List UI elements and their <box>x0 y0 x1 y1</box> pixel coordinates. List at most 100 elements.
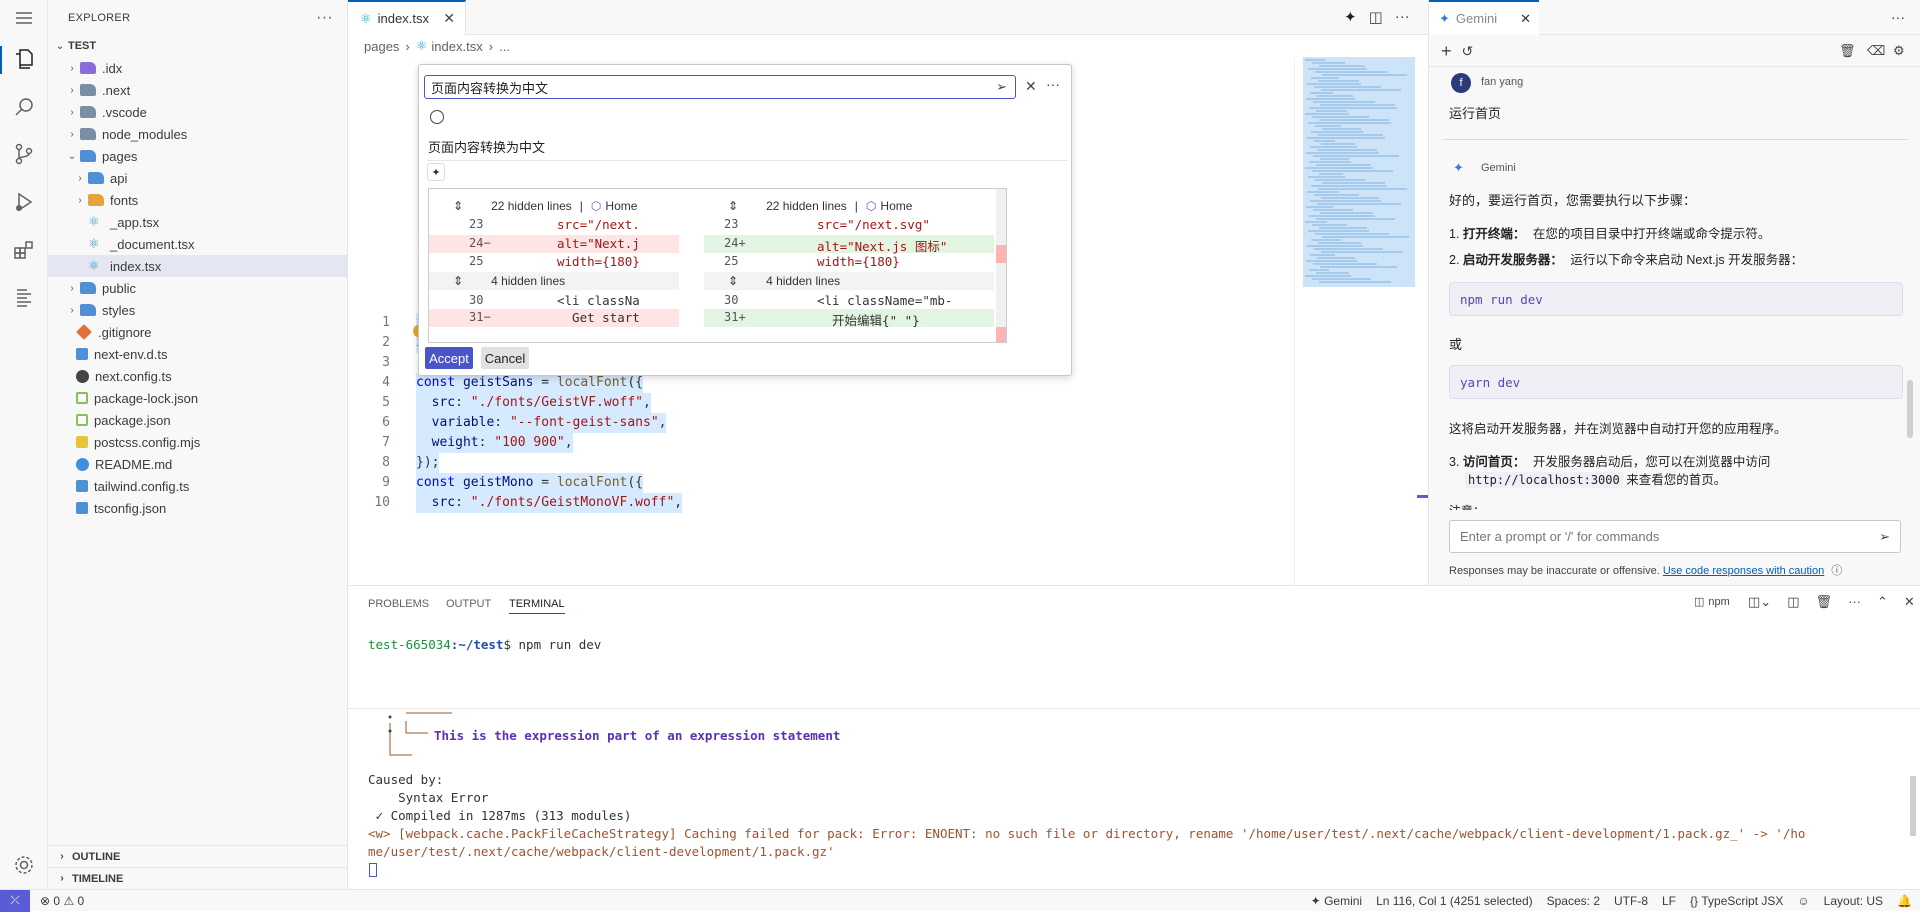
tree-item[interactable]: › fonts <box>48 189 347 211</box>
timeline-section[interactable]: › TIMELINE <box>48 867 348 889</box>
outline-label: OUTLINE <box>72 850 121 863</box>
split-terminal-icon[interactable]: ◫⌄ <box>1748 594 1771 610</box>
terminal-error-line: This is the expression part of an expres… <box>434 728 841 743</box>
code-block-npm[interactable]: npm run dev <box>1449 282 1903 316</box>
manage-gear-icon[interactable] <box>12 853 36 877</box>
code-token: = <box>541 375 557 390</box>
disclaimer-link[interactable]: Use code responses with caution <box>1663 565 1824 577</box>
trash-icon[interactable]: 🗑 <box>1815 594 1832 610</box>
gemini-prompt-input[interactable]: Enter a prompt or '/' for commands ➢ <box>1449 520 1901 553</box>
tab-output[interactable]: OUTPUT <box>446 598 491 610</box>
maximize-panel-icon[interactable]: ⌃ <box>1877 594 1888 610</box>
tree-item[interactable]: › .idx <box>48 57 347 79</box>
tab-gemini[interactable]: ✦ Gemini ✕ <box>1429 0 1539 35</box>
minimap[interactable] <box>1294 57 1429 585</box>
history-icon[interactable]: ↺ <box>1462 43 1474 60</box>
run-debug-icon[interactable] <box>12 190 36 214</box>
tree-item[interactable]: next.config.ts <box>48 365 347 387</box>
gemini-sparkle-icon[interactable]: ✦ <box>1344 8 1357 26</box>
inline-chat-input[interactable]: 页面内容转换为中文 ➢ <box>424 75 1016 99</box>
tab-problems[interactable]: PROBLEMS <box>368 598 429 610</box>
bell-icon[interactable]: 🔔 <box>1897 894 1912 908</box>
source-control-icon[interactable] <box>12 142 36 166</box>
cut-text: 注意： <box>1449 502 1485 510</box>
diff-crumb: Home <box>605 199 638 213</box>
more-actions-icon[interactable]: ··· <box>1848 594 1861 610</box>
tree-item[interactable]: ⌄ pages <box>48 145 347 167</box>
trash-icon[interactable]: 🗑 <box>1839 43 1856 59</box>
outline-section[interactable]: › OUTLINE <box>48 845 348 867</box>
tree-item[interactable]: › api <box>48 167 347 189</box>
split-editor-icon[interactable]: ◫ <box>1369 8 1383 26</box>
code-token: const <box>416 375 463 390</box>
explorer-icon[interactable] <box>12 47 36 71</box>
code-block-yarn[interactable]: yarn dev <box>1449 365 1903 399</box>
gear-icon[interactable]: ⚙ <box>1893 43 1905 59</box>
breadcrumb-file[interactable]: index.tsx <box>431 39 482 54</box>
menu-icon[interactable] <box>12 6 36 30</box>
tree-item[interactable]: ⚛ _document.tsx <box>48 233 347 255</box>
indentation[interactable]: Spaces: 2 <box>1547 894 1600 908</box>
breadcrumb-pages[interactable]: pages <box>364 39 399 54</box>
tree-item[interactable]: › styles <box>48 299 347 321</box>
tree-item[interactable]: README.md <box>48 453 347 475</box>
remote-indicator[interactable]: ⤫ <box>0 889 30 912</box>
send-icon[interactable]: ➢ <box>1879 529 1890 545</box>
tab-terminal[interactable]: TERMINAL <box>509 598 565 614</box>
feedback-icon[interactable]: ☺ <box>1797 894 1809 908</box>
close-icon[interactable]: ✕ <box>1520 11 1531 27</box>
tree-item[interactable]: postcss.config.mjs <box>48 431 347 453</box>
line-number: 6 <box>382 415 390 430</box>
eol[interactable]: LF <box>1662 894 1676 908</box>
cancel-button[interactable]: Cancel <box>481 347 529 369</box>
tree-item-label: index.tsx <box>110 258 162 274</box>
terminal-selector[interactable]: ◫ npm <box>1694 595 1730 609</box>
split-icon[interactable]: ◫ <box>1787 594 1799 610</box>
more-actions-icon[interactable]: ··· <box>316 9 333 27</box>
code-token: const <box>416 475 463 490</box>
step-2-number: 2. <box>1449 253 1460 267</box>
close-icon[interactable]: ✕ <box>443 10 455 27</box>
tree-item[interactable]: › node_modules <box>48 123 347 145</box>
tree-item[interactable]: tsconfig.json <box>48 497 347 519</box>
tree-item[interactable]: ⚛ index.tsx <box>48 255 347 277</box>
problems-status[interactable]: ⊗ 0 ⚠ 0 <box>40 894 84 908</box>
breadcrumb-more[interactable]: ... <box>499 39 510 54</box>
tree-item[interactable]: next-env.d.ts <box>48 343 347 365</box>
code-token: , <box>658 415 667 430</box>
info-icon[interactable]: ⓘ <box>1831 565 1842 577</box>
new-chat-icon[interactable]: + <box>1441 41 1452 62</box>
tree-item[interactable]: › public <box>48 277 347 299</box>
more-actions-icon[interactable]: ··· <box>1046 76 1060 92</box>
terminal-scrollbar[interactable] <box>1910 776 1916 836</box>
keyboard-layout[interactable]: Layout: US <box>1824 894 1883 908</box>
extensions-icon[interactable] <box>12 238 36 262</box>
tree-item[interactable]: .gitignore <box>48 321 347 343</box>
gemini-scrollbar[interactable] <box>1907 380 1913 438</box>
more-actions-icon[interactable]: ··· <box>1891 9 1905 25</box>
tab-index-tsx[interactable]: ⚛ index.tsx ✕ <box>348 0 466 35</box>
close-icon[interactable]: ✕ <box>1025 78 1037 95</box>
tree-root[interactable]: ⌄ TEST <box>48 35 347 57</box>
react-icon: ⚛ <box>88 258 100 273</box>
language-mode[interactable]: {} TypeScript JSX <box>1690 894 1783 908</box>
tree-item[interactable]: ⚛ _app.tsx <box>48 211 347 233</box>
search-icon[interactable] <box>12 95 36 119</box>
tree-item[interactable]: package.json <box>48 409 347 431</box>
diff-view[interactable]: ⇕ 22 hidden lines | ⬡ Home 23 src="/next. 24− al… <box>428 188 1007 343</box>
clear-icon[interactable]: ⌫ <box>1867 43 1885 59</box>
tree-item[interactable]: › .next <box>48 79 347 101</box>
close-panel-icon[interactable]: ✕ <box>1904 594 1915 610</box>
cursor-position[interactable]: Ln 116, Col 1 (4251 selected) <box>1376 894 1533 908</box>
outline-view-icon[interactable] <box>12 286 36 310</box>
gemini-status[interactable]: ✦ Gemini <box>1311 894 1362 908</box>
send-icon[interactable]: ➢ <box>996 79 1007 95</box>
tree-item[interactable]: tailwind.config.ts <box>48 475 347 497</box>
accept-button[interactable]: Accept <box>425 347 473 369</box>
tree-item[interactable]: package-lock.json <box>48 387 347 409</box>
tree-item[interactable]: › .vscode <box>48 101 347 123</box>
code-line: 5 src: "./fonts/GeistVF.woff", <box>348 393 1294 413</box>
error-icon: ⊗ <box>40 893 51 908</box>
encoding[interactable]: UTF-8 <box>1614 894 1648 908</box>
more-actions-icon[interactable]: ··· <box>1395 8 1410 26</box>
